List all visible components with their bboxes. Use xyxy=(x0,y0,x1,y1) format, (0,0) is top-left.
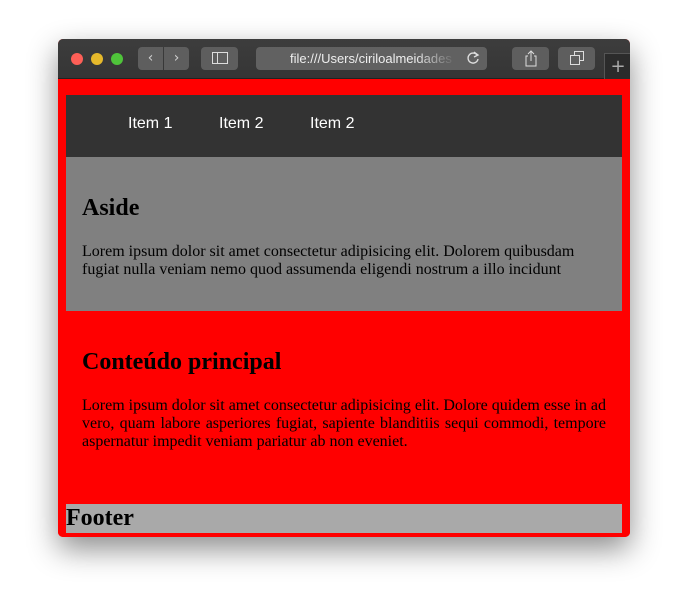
share-button[interactable] xyxy=(512,47,549,70)
chevron-right-icon: › xyxy=(173,50,180,66)
browser-toolbar: ‹ › file:///Users/ciriloalmeidades + xyxy=(58,39,630,79)
page-content: Item 1 Item 2 Item 2 Aside Lorem ipsum d… xyxy=(58,79,630,537)
address-bar[interactable]: file:///Users/ciriloalmeidades xyxy=(256,47,487,70)
url-text: file:///Users/ciriloalmeidades xyxy=(290,51,452,66)
tabs-overview-button[interactable] xyxy=(558,47,595,70)
footer: Footer xyxy=(66,504,622,533)
nav-item-2[interactable]: Item 2 xyxy=(219,115,263,133)
main-title: Conteúdo principal xyxy=(82,349,282,375)
browser-window: ‹ › file:///Users/ciriloalmeidades + Ite… xyxy=(58,39,630,537)
aside-section: Aside Lorem ipsum dolor sit amet consect… xyxy=(66,157,622,311)
nav-item-1[interactable]: Item 1 xyxy=(128,115,172,133)
main-text: Lorem ipsum dolor sit amet consectetur a… xyxy=(82,397,606,450)
new-tab-button[interactable]: + xyxy=(604,53,630,79)
sidebar-icon xyxy=(211,52,228,64)
footer-title: Footer xyxy=(66,505,134,531)
nav-bar: Item 1 Item 2 Item 2 xyxy=(66,95,622,157)
main-section: Conteúdo principal Lorem ipsum dolor sit… xyxy=(66,311,622,504)
zoom-window-button[interactable] xyxy=(111,53,123,65)
minimize-window-button[interactable] xyxy=(91,53,103,65)
forward-button[interactable]: › xyxy=(164,47,189,70)
chevron-left-icon: ‹ xyxy=(147,50,154,66)
close-window-button[interactable] xyxy=(71,53,83,65)
sidebar-toggle-button[interactable] xyxy=(201,47,238,70)
nav-item-3[interactable]: Item 2 xyxy=(310,115,354,133)
aside-title: Aside xyxy=(82,195,140,221)
plus-icon: + xyxy=(610,56,626,77)
tabs-icon xyxy=(569,51,584,65)
aside-text: Lorem ipsum dolor sit amet consectetur a… xyxy=(82,243,575,278)
reload-icon[interactable] xyxy=(466,51,480,65)
share-icon xyxy=(525,50,536,67)
back-button[interactable]: ‹ xyxy=(138,47,163,70)
